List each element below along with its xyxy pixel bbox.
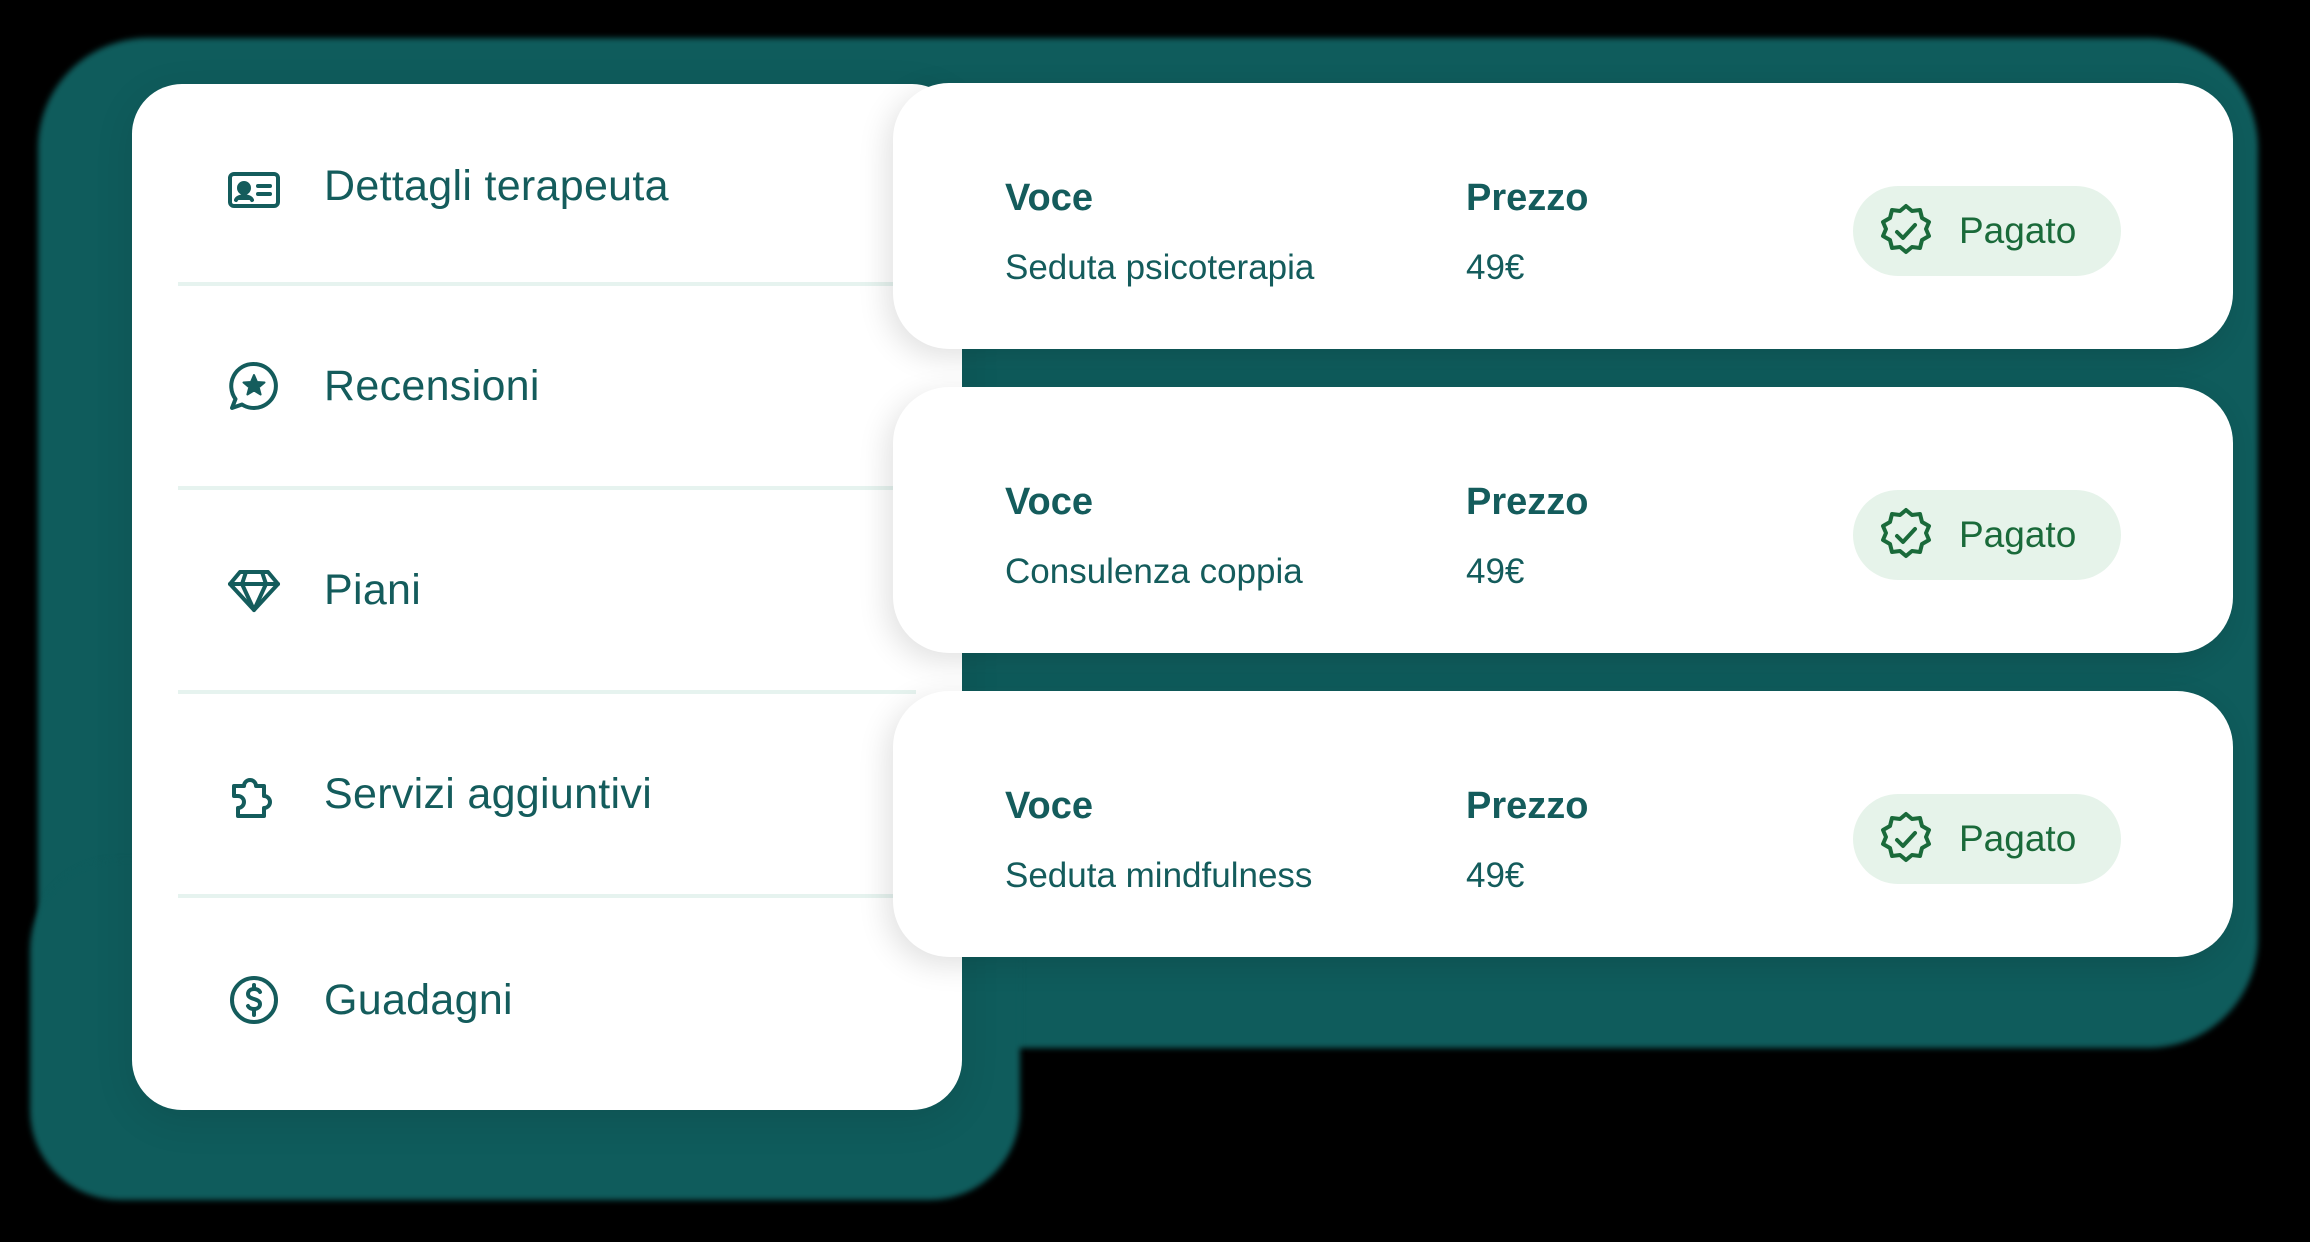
navigation-menu: Dettagli terapeuta Recensioni Piani Serv…	[132, 84, 962, 1110]
status-label: Pagato	[1959, 818, 2077, 859]
nav-item-label: Dettagli terapeuta	[324, 162, 669, 210]
voce-value: Seduta mindfulness	[1005, 856, 1313, 895]
nav-item-recensioni[interactable]: Recensioni	[178, 286, 916, 490]
nav-item-guadagni[interactable]: Guadagni	[178, 898, 916, 1102]
nav-item-label: Guadagni	[324, 975, 513, 1024]
voce-value: Seduta psicoterapia	[1005, 248, 1315, 287]
prezzo-value: 49€	[1466, 552, 1525, 591]
nav-item-label: Servizi aggiuntivi	[324, 769, 653, 818]
payment-card: Voce Seduta psicoterapia Prezzo 49€ Paga…	[893, 83, 2233, 349]
payment-card: Voce Consulenza coppia Prezzo 49€ Pagato	[893, 387, 2233, 653]
verified-badge-icon	[1877, 810, 1935, 868]
id-card-icon	[226, 162, 282, 218]
status-badge: Pagato	[1853, 794, 2121, 884]
nav-item-dettagli-terapeuta[interactable]: Dettagli terapeuta	[178, 84, 916, 286]
voce-header: Voce	[1005, 481, 1094, 523]
nav-item-piani[interactable]: Piani	[178, 490, 916, 694]
status-badge: Pagato	[1853, 490, 2121, 580]
nav-item-servizi-aggiuntivi[interactable]: Servizi aggiuntivi	[178, 694, 916, 898]
nav-item-label: Recensioni	[324, 361, 540, 410]
prezzo-header: Prezzo	[1466, 481, 1589, 523]
status-label: Pagato	[1959, 514, 2077, 555]
payment-card: Voce Seduta mindfulness Prezzo 49€ Pagat…	[893, 691, 2233, 957]
prezzo-value: 49€	[1466, 856, 1525, 895]
puzzle-icon	[226, 766, 282, 822]
star-chat-icon	[226, 358, 282, 414]
voce-header: Voce	[1005, 177, 1094, 219]
diamond-icon	[226, 562, 282, 618]
nav-item-label: Piani	[324, 565, 422, 614]
verified-badge-icon	[1877, 506, 1935, 564]
verified-badge-icon	[1877, 202, 1935, 260]
prezzo-header: Prezzo	[1466, 785, 1589, 827]
dollar-coin-icon	[226, 972, 282, 1028]
voce-header: Voce	[1005, 785, 1094, 827]
prezzo-value: 49€	[1466, 248, 1525, 287]
voce-value: Consulenza coppia	[1005, 552, 1303, 591]
prezzo-header: Prezzo	[1466, 177, 1589, 219]
status-label: Pagato	[1959, 210, 2077, 251]
status-badge: Pagato	[1853, 186, 2121, 276]
